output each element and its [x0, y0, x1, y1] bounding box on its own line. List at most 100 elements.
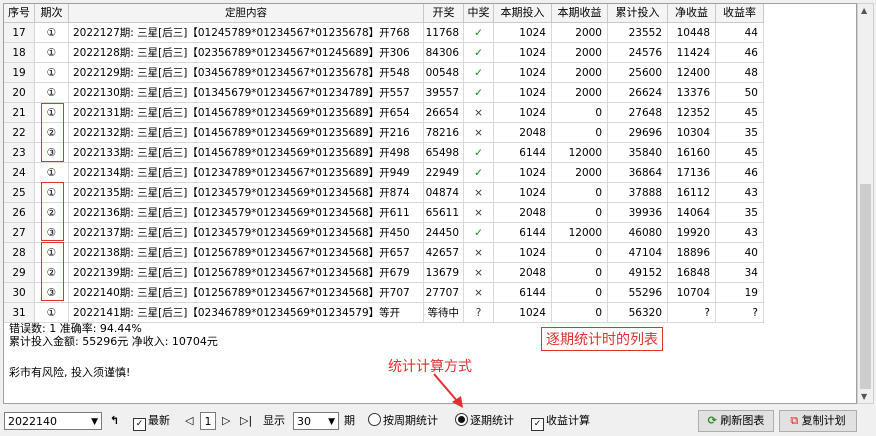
checkmark-icon: ✓ [531, 418, 544, 431]
cell-draw: 24450 [424, 223, 464, 243]
cell-win: ✓ [464, 143, 494, 163]
cell-bet: 1024 [494, 23, 552, 43]
col-header-bet[interactable]: 本期投入 [494, 4, 552, 23]
list-annotation: 逐期统计时的列表 [541, 327, 663, 351]
table-row[interactable]: 26 ② 2022136期: 三星[后三]【01234579*01234569*01… [4, 203, 856, 223]
table-row[interactable]: 23 ③ 2022133期: 三星[后三]【01456789*01234569*01… [4, 143, 856, 163]
prev-page-icon[interactable]: ◁ [185, 412, 193, 430]
cell-rate: 46 [716, 43, 764, 63]
summary-totals: 累计投入金额: 55296元 净收入: 10704元 [9, 335, 218, 348]
period-unit-label: 期 [344, 414, 355, 427]
cell-content: 2022134期: 三星[后三]【01234789*01234567*01235… [69, 163, 424, 183]
summary-panel: 错误数: 1 准确率: 94.44% 累计投入金额: 55296元 净收入: 1… [9, 322, 218, 379]
cell-gain: 0 [552, 283, 608, 303]
radio-icon [368, 413, 381, 426]
cell-draw: 65611 [424, 203, 464, 223]
cell-gain: 0 [552, 123, 608, 143]
cell-rate: ? [716, 303, 764, 323]
cell-win: ✓ [464, 163, 494, 183]
radio-each[interactable]: 逐期统计 [455, 412, 514, 430]
table-row[interactable]: 21 ① 2022131期: 三星[后三]【01456789*01234569*01… [4, 103, 856, 123]
table-row[interactable]: 18 ① 2022128期: 三星[后三]【02356789*01234567*01… [4, 43, 856, 63]
summary-warning: 彩市有风险, 投入须谨慎! [9, 366, 131, 379]
col-header-cum[interactable]: 累计投入 [608, 4, 668, 23]
table-row[interactable]: 28 ① 2022138期: 三星[后三]【01256789*01234567*01… [4, 243, 856, 263]
table-row[interactable]: 17 ① 2022127期: 三星[后三]【01245789*01234567*01… [4, 23, 856, 43]
cell-content: 2022127期: 三星[后三]【01245789*01234567*01235… [69, 23, 424, 43]
col-header-content[interactable]: 定胆内容 [69, 4, 424, 23]
cell-rate: 43 [716, 223, 764, 243]
scroll-up-icon[interactable]: ▲ [861, 6, 867, 15]
cell-rate: 34 [716, 263, 764, 283]
table-row[interactable]: 27 ③ 2022137期: 三星[后三]【01234579*01234569*01… [4, 223, 856, 243]
latest-checkbox[interactable]: ✓ 最新 [133, 412, 170, 431]
cell-content: 2022135期: 三星[后三]【01234579*01234569*01234… [69, 183, 424, 203]
cell-content: 2022140期: 三星[后三]【01256789*01234567*01234… [69, 283, 424, 303]
cell-content: 2022130期: 三星[后三]【01345679*01234567*01234… [69, 83, 424, 103]
table-row[interactable]: 22 ② 2022132期: 三星[后三]【01456789*01234569*01… [4, 123, 856, 143]
cell-cum: 25600 [608, 63, 668, 83]
table-row[interactable]: 30 ③ 2022140期: 三星[后三]【01256789*01234567*01… [4, 283, 856, 303]
scroll-thumb[interactable] [860, 184, 871, 389]
cell-net: 19920 [668, 223, 716, 243]
cell-no: 30 [4, 283, 35, 303]
refresh-icon: ⟳ [707, 414, 717, 427]
cell-cum: 26624 [608, 83, 668, 103]
cell-rate: 35 [716, 123, 764, 143]
cell-win: ✓ [464, 63, 494, 83]
next-page-icon[interactable]: ▷ [222, 412, 230, 430]
cell-bet: 1024 [494, 83, 552, 103]
table-row[interactable]: 29 ② 2022139期: 三星[后三]【01256789*01234567*01… [4, 263, 856, 283]
cell-bet: 1024 [494, 303, 552, 323]
col-header-net[interactable]: 净收益 [668, 4, 716, 23]
table-row[interactable]: 24 ① 2022134期: 三星[后三]【01234789*01234567*01… [4, 163, 856, 183]
cell-net: 14064 [668, 203, 716, 223]
cell-rate: 19 [716, 283, 764, 303]
table-row[interactable]: 19 ① 2022129期: 三星[后三]【03456789*01234567*01… [4, 63, 856, 83]
profit-calc-checkbox[interactable]: ✓ 收益计算 [531, 412, 590, 431]
jump-icon[interactable]: ↰ [110, 412, 119, 430]
radio-cycle[interactable]: 按周期统计 [368, 412, 438, 430]
step-group-highlight [41, 182, 64, 241]
cell-cum: 27648 [608, 103, 668, 123]
table-row[interactable]: 20 ① 2022130期: 三星[后三]【01345679*01234567*01… [4, 83, 856, 103]
vertical-scrollbar[interactable]: ▲ ▼ [857, 3, 874, 404]
count-select[interactable]: 30 ▼ [293, 412, 339, 430]
scroll-down-icon[interactable]: ▼ [861, 392, 867, 401]
col-header-no[interactable]: 序号 [4, 4, 35, 23]
cell-win: × [464, 103, 494, 123]
col-header-rate[interactable]: 收益率 [716, 4, 764, 23]
cell-cum: 35840 [608, 143, 668, 163]
cell-win: × [464, 123, 494, 143]
cell-win: ? [464, 303, 494, 323]
table-row[interactable]: 31 ① 2022141期: 三星[后三]【02346789*01234569*01… [4, 303, 856, 323]
cell-rate: 50 [716, 83, 764, 103]
cell-cum: 47104 [608, 243, 668, 263]
cell-content: 2022136期: 三星[后三]【01234579*01234569*01234… [69, 203, 424, 223]
chevron-down-icon: ▼ [91, 417, 98, 427]
cell-gain: 0 [552, 183, 608, 203]
cell-content: 2022137期: 三星[后三]【01234579*01234569*01234… [69, 223, 424, 243]
last-page-icon[interactable]: ▷| [240, 412, 252, 430]
step-group-highlight [41, 242, 64, 301]
cell-bet: 6144 [494, 283, 552, 303]
step-group-highlight [41, 103, 64, 162]
table-row[interactable]: 25 ① 2022135期: 三星[后三]【01234579*01234569*01… [4, 183, 856, 203]
profit-calc-label: 收益计算 [546, 414, 590, 427]
cell-draw: 39557 [424, 83, 464, 103]
col-header-draw[interactable]: 开奖 [424, 4, 464, 23]
period-select[interactable]: 2022140 ▼ [4, 412, 102, 430]
cell-draw: 84306 [424, 43, 464, 63]
col-header-step[interactable]: 期次 [35, 4, 69, 23]
cell-win: × [464, 243, 494, 263]
col-header-gain[interactable]: 本期收益 [552, 4, 608, 23]
radio-each-label: 逐期统计 [470, 414, 514, 427]
copy-plan-button[interactable]: ⧉ 复制计划 [779, 410, 857, 432]
radio-selected-icon [455, 413, 468, 426]
cell-cum: 39936 [608, 203, 668, 223]
refresh-chart-button[interactable]: ⟳ 刷新图表 [698, 410, 774, 432]
col-header-win[interactable]: 中奖 [464, 4, 494, 23]
page-input[interactable]: 1 [200, 412, 216, 430]
radio-cycle-label: 按周期统计 [383, 414, 438, 427]
cell-net: 16160 [668, 143, 716, 163]
